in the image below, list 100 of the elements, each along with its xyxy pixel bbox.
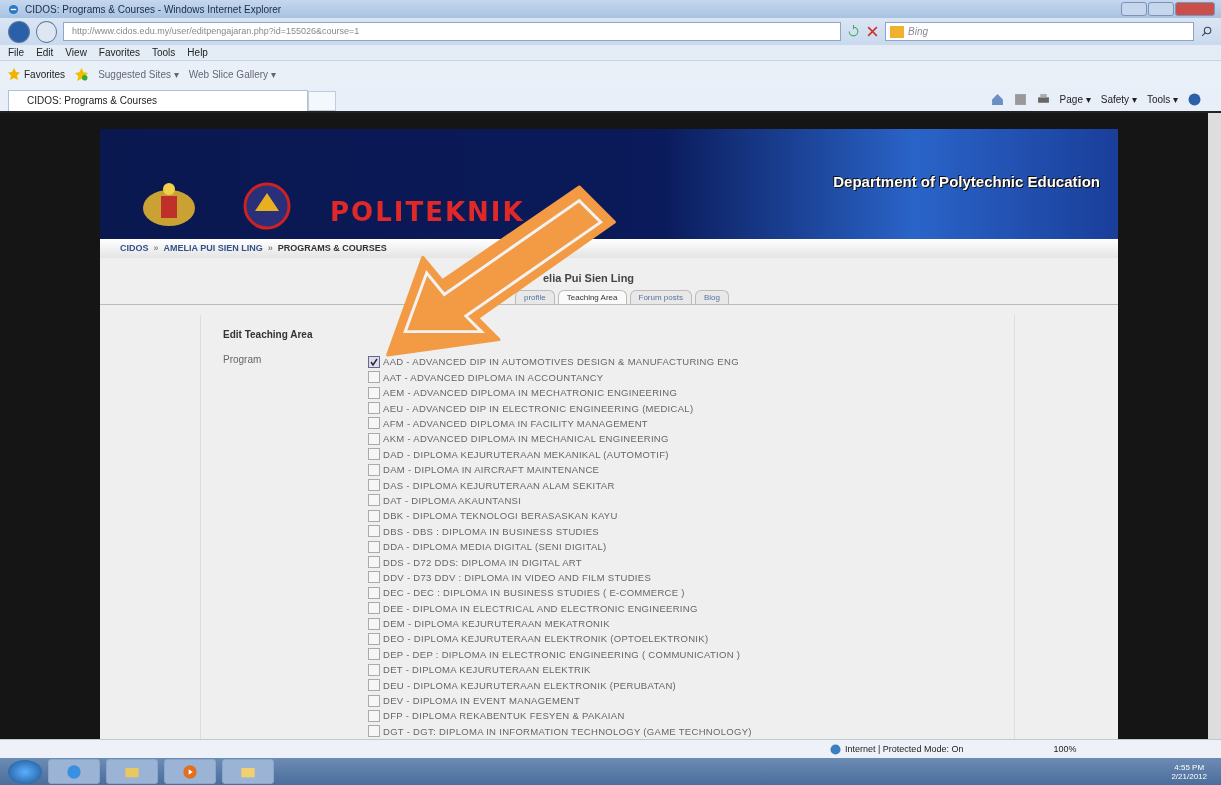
program-label: DFP - DIPLOMA REKABENTUK FESYEN & PAKAIAN: [383, 710, 625, 722]
program-label: AKM - ADVANCED DIPLOMA IN MECHANICAL ENGINEERING: [383, 433, 669, 445]
menu-item[interactable]: Edit: [36, 47, 54, 58]
scrollbar[interactable]: [1208, 113, 1221, 739]
program-label: DBK - DIPLOMA TEKNOLOGI BERASASKAN KAYU: [383, 510, 618, 522]
command-menu[interactable]: Page ▾: [1059, 94, 1091, 105]
checkbox[interactable]: [368, 463, 380, 476]
security-zone: Internet | Protected Mode: On: [830, 743, 964, 755]
profile-tab[interactable]: Teaching Area: [557, 290, 627, 305]
media-player-icon[interactable]: [164, 759, 216, 784]
command-menu[interactable]: Tools ▾: [1146, 94, 1178, 105]
add-favorite-icon[interactable]: [75, 67, 89, 81]
checkbox[interactable]: [368, 386, 380, 399]
profile-tab[interactable]: profile: [515, 290, 555, 305]
menu-item[interactable]: Tools: [152, 47, 176, 58]
program-label: DDA - DIPLOMA MEDIA DIGITAL (SENI DIGITAL): [383, 541, 607, 553]
close-icon[interactable]: [866, 25, 880, 38]
program-label: AFM - ADVANCED DIPLOMA IN FACILITY MANAGEMENT: [383, 418, 648, 429]
user-name: elia Pui Sien Ling: [543, 272, 636, 285]
program-label: DEM - DIPLOMA KEJURUTERAAN MEKATRONIK: [383, 618, 610, 630]
folder-icon[interactable]: [106, 759, 158, 784]
favorites-link[interactable]: Web Slice Gallery ▾: [188, 68, 276, 80]
program-label: DEO - DIPLOMA KEJURUTERAAN ELEKTRONIK (OPTOELEKTRONIK): [383, 633, 709, 645]
program-label: DET - DIPLOMA KEJURUTERAAN ELEKTRIK: [383, 664, 591, 676]
checkbox[interactable]: [368, 679, 380, 692]
program-label: DEE - DIPLOMA IN ELECTRICAL AND ELECTRONIC ENGINEERING: [383, 602, 698, 614]
checkbox[interactable]: [368, 709, 380, 722]
checkbox[interactable]: [368, 448, 380, 461]
checkbox[interactable]: [368, 479, 380, 492]
refresh-icon[interactable]: [847, 25, 861, 38]
program-label: DEP - DEP : DIPLOMA IN ELECTRONIC ENGINEERING ( COMMUNICATION ): [383, 648, 741, 660]
menu-item[interactable]: View: [65, 47, 87, 58]
globe-icon: [830, 743, 841, 755]
back-button[interactable]: [8, 20, 30, 43]
program-label: DAD - DIPLOMA KEJURUTERAAN MEKANIKAL (AUTOMOTIF): [383, 448, 669, 460]
checkbox[interactable]: [368, 725, 380, 738]
browser-tab[interactable]: CIDOS: Programs & Courses: [8, 90, 308, 111]
minimize-button[interactable]: [1121, 2, 1147, 16]
home-icon[interactable]: [990, 93, 1004, 106]
checkbox[interactable]: [368, 571, 380, 584]
favorites-button[interactable]: Favorites: [8, 68, 66, 80]
star-icon: [8, 68, 20, 80]
checkbox[interactable]: [368, 663, 380, 676]
address-field[interactable]: http://www.cidos.edu.my/user/editpengajaran.php?id=155026&course=1: [63, 22, 842, 41]
breadcrumb-separator: »: [153, 243, 159, 254]
window-title: CIDOS: Programs & Courses - Windows Internet Explorer: [25, 3, 282, 15]
profile-tab[interactable]: Forum posts: [629, 290, 692, 305]
site-logo-text: POLITEKNIK: [330, 196, 525, 227]
checkbox[interactable]: [368, 586, 380, 599]
checkbox[interactable]: [368, 694, 380, 707]
program-label: AEU - ADVANCED DIP IN ELECTRONIC ENGINEERING (MEDICAL): [383, 402, 694, 414]
checkbox[interactable]: [368, 632, 380, 645]
checkbox[interactable]: [368, 371, 380, 384]
command-menu[interactable]: Safety ▾: [1100, 94, 1137, 105]
program-label: DEV - DIPLOMA IN EVENT MANAGEMENT: [383, 695, 581, 706]
form-title: Edit Teaching Area: [223, 329, 314, 341]
program-label: DAS - DIPLOMA KEJURUTERAAN ALAM SEKITAR: [383, 479, 615, 491]
program-label: DAM - DIPLOMA IN AIRCRAFT MAINTENANCE: [383, 464, 600, 476]
program-label: DBS - DBS : DIPLOMA IN BUSINESS STUDIES: [383, 525, 599, 537]
printer-icon[interactable]: [1036, 93, 1050, 106]
search-field[interactable]: Bing: [885, 22, 1194, 41]
checkbox[interactable]: [368, 355, 380, 368]
profile-tab[interactable]: Blog: [694, 290, 729, 305]
checkbox[interactable]: [368, 556, 380, 568]
checkbox[interactable]: [368, 402, 380, 415]
help-icon[interactable]: [1188, 93, 1201, 106]
zoom-level[interactable]: 100%: [1053, 744, 1077, 754]
breadcrumb-separator: »: [267, 243, 273, 254]
breadcrumb-link[interactable]: CIDOS: [120, 243, 149, 254]
browser-icon[interactable]: [48, 759, 100, 784]
start-button[interactable]: [8, 759, 42, 784]
new-tab-button[interactable]: [308, 91, 336, 111]
checkbox[interactable]: [368, 648, 380, 661]
favorites-link[interactable]: Suggested Sites ▾: [98, 68, 179, 80]
program-label: AAT - ADVANCED DIPLOMA IN ACCOUNTANCY: [383, 371, 604, 383]
checkbox[interactable]: [368, 540, 380, 553]
checkbox[interactable]: [368, 432, 380, 445]
checkbox[interactable]: [368, 494, 380, 507]
maximize-button[interactable]: [1148, 2, 1174, 16]
close-button[interactable]: [1175, 2, 1215, 16]
program-label: AEM - ADVANCED DIPLOMA IN MECHATRONIC ENGINEERING: [383, 387, 678, 399]
clock-time: 4:55 PM: [1174, 762, 1205, 772]
forward-button[interactable]: [35, 20, 58, 43]
checkbox[interactable]: [368, 509, 380, 522]
checkbox[interactable]: [368, 617, 380, 630]
menu-item[interactable]: File: [8, 47, 25, 58]
banner-title: Department of Polytechnic Education: [833, 173, 1100, 190]
program-label: DAT - DIPLOMA AKAUNTANSI: [383, 494, 522, 506]
program-label: AAD - ADVANCED DIP IN AUTOMOTIVES DESIGN & MANUFACTURING ENG: [383, 356, 739, 368]
checkbox[interactable]: [368, 417, 380, 430]
field-label: Program: [223, 354, 263, 368]
checkbox[interactable]: [368, 525, 380, 538]
breadcrumb-link[interactable]: AMELIA PUI SIEN LING: [163, 243, 263, 254]
program-label: DEC - DEC : DIPLOMA IN BUSINESS STUDIES ( E-COMMERCE ): [383, 587, 685, 599]
menu-item[interactable]: Help: [187, 47, 208, 58]
program-label: DGT - DGT: DIPLOMA IN INFORMATION TECHNOLOGY (GAME TECHNOLOGY): [383, 725, 752, 737]
checkbox[interactable]: [368, 602, 380, 615]
menu-item[interactable]: Favorites: [98, 47, 140, 58]
search-icon[interactable]: [1200, 25, 1213, 38]
program-label: DEU - DIPLOMA KEJURUTERAAN ELEKTRONIK (PERUBATAN): [383, 679, 677, 691]
